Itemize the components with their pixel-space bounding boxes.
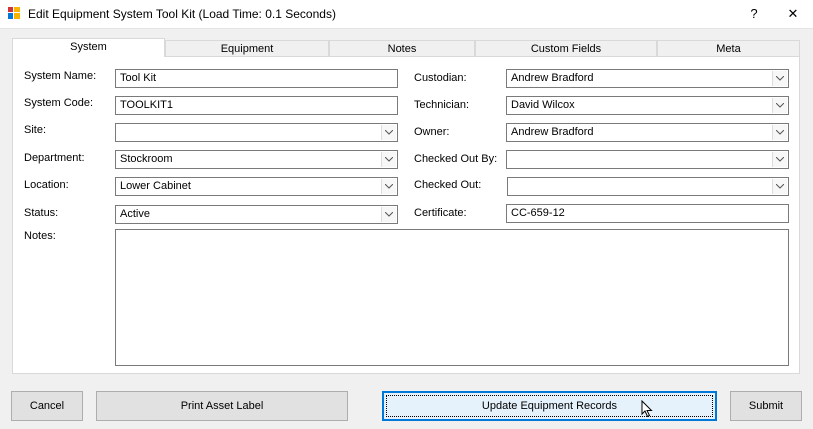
- custodian-value: Andrew Bradford: [511, 72, 594, 84]
- custodian-select[interactable]: Andrew Bradford: [506, 69, 789, 88]
- chevron-down-icon[interactable]: [772, 98, 787, 113]
- status-select[interactable]: Active: [115, 205, 398, 224]
- chevron-down-icon[interactable]: [772, 125, 787, 140]
- status-label: Status:: [24, 207, 59, 219]
- notes-label: Notes:: [24, 230, 56, 242]
- department-label: Department:: [24, 152, 85, 164]
- help-button[interactable]: ?: [742, 4, 766, 24]
- window-title: Edit Equipment System Tool Kit (Load Tim…: [28, 7, 336, 21]
- update-equipment-records-button[interactable]: Update Equipment Records: [382, 391, 717, 421]
- site-label: Site:: [24, 124, 47, 136]
- focus-rectangle: [386, 395, 713, 417]
- tab-strip: System Equipment Notes Custom Fields Met…: [12, 38, 800, 57]
- location-select[interactable]: Lower Cabinet: [115, 177, 398, 196]
- tab-custom-fields[interactable]: Custom Fields: [475, 40, 657, 56]
- chevron-down-icon[interactable]: [772, 71, 787, 86]
- tab-meta[interactable]: Meta: [657, 40, 800, 56]
- tab-system[interactable]: System: [12, 38, 165, 57]
- system-code-label: System Code:: [24, 97, 94, 109]
- owner-value: Andrew Bradford: [511, 126, 594, 138]
- technician-value: David Wilcox: [511, 99, 575, 111]
- certificate-field[interactable]: CC-659-12: [506, 204, 789, 223]
- department-value: Stockroom: [120, 153, 173, 165]
- location-label: Location:: [24, 179, 69, 191]
- owner-label: Owner:: [414, 126, 450, 138]
- site-select[interactable]: [115, 123, 398, 142]
- system-name-label: System Name:: [24, 70, 97, 82]
- checked-out-date-picker[interactable]: [507, 177, 789, 196]
- owner-select[interactable]: Andrew Bradford: [506, 123, 789, 142]
- system-code-field[interactable]: TOOLKIT1: [115, 96, 398, 115]
- title-bar: Edit Equipment System Tool Kit (Load Tim…: [0, 0, 813, 29]
- tab-equipment[interactable]: Equipment: [165, 40, 329, 56]
- technician-label: Technician:: [414, 99, 470, 111]
- cancel-button-label: Cancel: [29, 400, 65, 412]
- location-value: Lower Cabinet: [120, 180, 191, 192]
- technician-select[interactable]: David Wilcox: [506, 96, 789, 115]
- chevron-down-icon[interactable]: [381, 125, 396, 140]
- mouse-cursor-icon: [641, 400, 653, 418]
- certificate-label: Certificate:: [414, 207, 467, 219]
- cancel-button[interactable]: Cancel: [11, 391, 83, 421]
- chevron-down-icon[interactable]: [381, 207, 396, 222]
- notes-textarea[interactable]: [115, 229, 789, 366]
- checked-out-by-select[interactable]: [506, 150, 789, 169]
- checked-out-by-label: Checked Out By:: [414, 153, 498, 165]
- chevron-down-icon[interactable]: [772, 152, 787, 167]
- custodian-label: Custodian:: [414, 72, 467, 84]
- print-asset-label-button[interactable]: Print Asset Label: [96, 391, 348, 421]
- submit-button[interactable]: Submit: [730, 391, 802, 421]
- app-icon: [8, 7, 20, 19]
- chevron-down-icon[interactable]: [381, 179, 396, 194]
- department-select[interactable]: Stockroom: [115, 150, 398, 169]
- chevron-down-icon[interactable]: [381, 152, 396, 167]
- checked-out-label: Checked Out:: [414, 179, 482, 191]
- chevron-down-icon[interactable]: [772, 179, 787, 194]
- status-value: Active: [120, 208, 150, 220]
- close-button[interactable]: ✕: [781, 4, 805, 24]
- system-name-field[interactable]: Tool Kit: [115, 69, 398, 88]
- tab-notes[interactable]: Notes: [329, 40, 475, 56]
